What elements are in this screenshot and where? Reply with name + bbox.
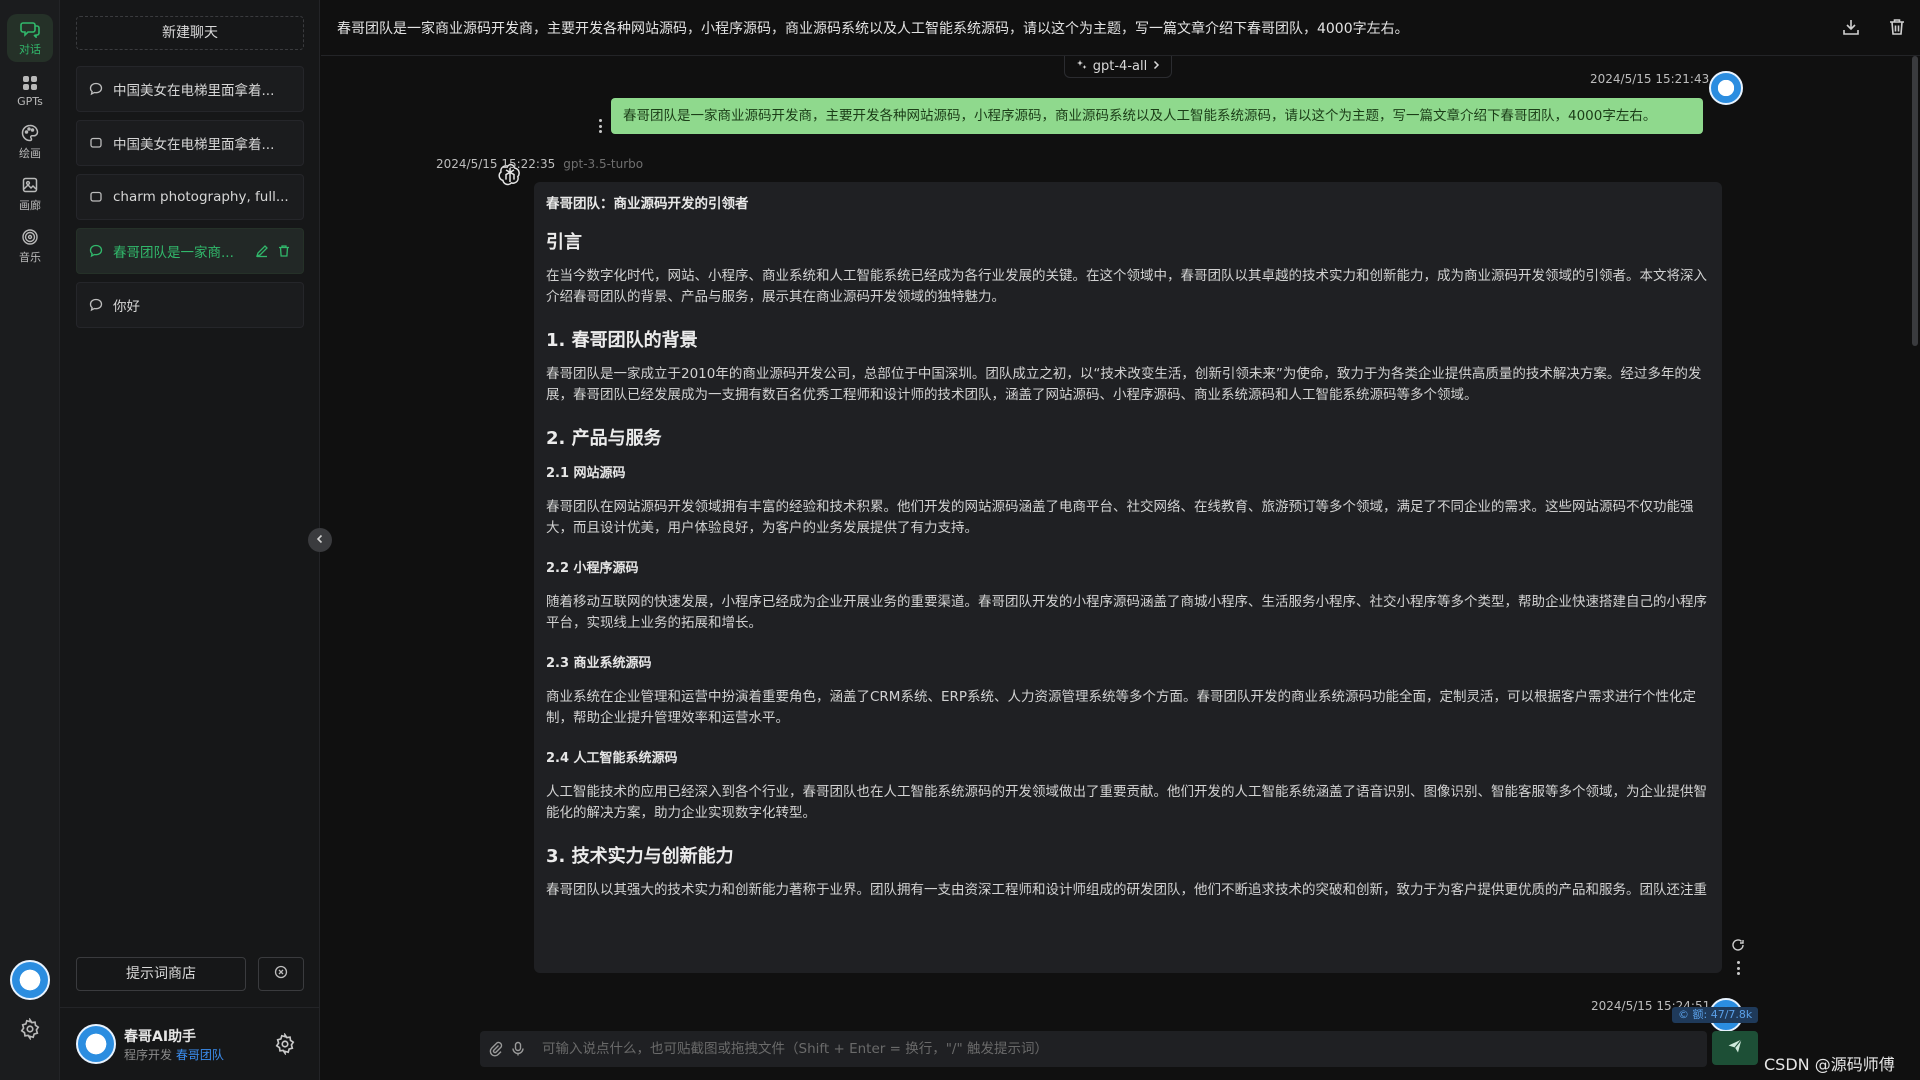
collapse-sidebar-button[interactable] [308, 528, 332, 552]
icon-rail: 对话 GPTs 绘画 画廊 音乐 [0, 0, 60, 1080]
rail-item-music[interactable]: 音乐 [7, 222, 53, 270]
subsection-heading: 2.1 网站源码 [546, 466, 626, 481]
chevron-right-icon [1152, 59, 1160, 74]
chevron-left-icon [315, 532, 325, 548]
gear-icon[interactable] [19, 1017, 41, 1041]
chat-header: 春哥团队是一家商业源码开发商，主要开发各种网站源码，小程序源码，商业源码系统以及… [321, 0, 1920, 56]
chat-main: 春哥团队是一家商业源码开发商，主要开发各种网站源码，小程序源码，商业源码系统以及… [321, 0, 1920, 1080]
rail-item-draw[interactable]: 绘画 [7, 118, 53, 166]
user-message-bubble: 春哥团队是一家商业源码开发商，主要开发各种网站源码，小程序源码，商业源码系统以及… [611, 98, 1703, 134]
app-logo-avatar[interactable] [10, 960, 50, 1000]
more-options-icon[interactable] [598, 119, 602, 133]
rail-item-chat[interactable]: 对话 [7, 14, 53, 62]
user-subtitle-link[interactable]: 春哥团队 [176, 1048, 224, 1062]
rail-item-gallery[interactable]: 画廊 [7, 170, 53, 218]
grid-apps-icon [20, 73, 40, 93]
app-root: 对话 GPTs 绘画 画廊 音乐 新建聊天 中国美女在电梯里面拿着... 中国美… [0, 0, 1920, 1080]
paragraph: 随着移动互联网的快速发展，小程序已经成为企业开展业务的重要渠道。春哥团队开发的小… [546, 594, 1707, 631]
prompt-store-button[interactable]: 提示词商店 [76, 957, 246, 991]
refresh-icon[interactable] [1731, 938, 1745, 952]
chat-list-item-label: 中国美女在电梯里面拿着... [113, 137, 275, 153]
user-subtitle-prefix: 程序开发 [124, 1048, 173, 1062]
chat-list-item[interactable]: 中国美女在电梯里面拿着... [76, 66, 304, 112]
rail-item-label: GPTs [17, 94, 43, 108]
more-options-icon[interactable] [1736, 961, 1740, 975]
chat-bubbles-icon [20, 19, 40, 39]
rail-item-label: 绘画 [19, 147, 41, 160]
send-plane-icon [1727, 1038, 1743, 1058]
palette-icon [20, 123, 40, 143]
settings-gear-icon[interactable] [274, 1032, 296, 1056]
paperclip-icon[interactable] [488, 1041, 504, 1057]
paragraph: 商业系统在企业管理和运营中扮演着重要角色，涵盖了CRM系统、ERP系统、人力资源… [546, 689, 1697, 726]
user-name: 春哥AI助手 [124, 1029, 197, 1045]
chat-list-item[interactable]: charm photography, full... [76, 174, 304, 220]
subsection-heading: 2.2 小程序源码 [546, 561, 639, 576]
user-subtitle: 程序开发 春哥团队 [124, 1046, 224, 1063]
chat-bubble-icon [89, 298, 103, 312]
chat-square-icon [89, 190, 103, 204]
section-heading: 3. 技术实力与创新能力 [546, 846, 734, 867]
article-title: 春哥团队：商业源码开发的引领者 [546, 196, 749, 212]
watermark-text: CSDN @源码师傅 [1764, 1055, 1895, 1074]
model-selector[interactable]: gpt-4-all [1064, 56, 1172, 78]
paragraph: 人工智能技术的应用已经深入到各个行业，春哥团队也在人工智能系统源码的开发领域做出… [546, 784, 1707, 821]
chat-bubble-icon [89, 244, 103, 258]
chat-sidebar: 新建聊天 中国美女在电梯里面拿着... 中国美女在电梯里面拿着... charm… [60, 0, 320, 1080]
chat-list-item-label: charm photography, full... [113, 189, 289, 205]
paragraph: 在当今数字化时代，网站、小程序、商业系统和人工智能系统已经成为各行业发展的关键。… [546, 268, 1707, 305]
avatar[interactable] [76, 1024, 116, 1064]
image-icon [20, 175, 40, 195]
rail-item-gpts[interactable]: GPTs [7, 66, 53, 114]
chat-list-item-label: 你好 [113, 299, 140, 315]
model-selector-label: gpt-4-all [1092, 59, 1148, 74]
chat-title: 春哥团队是一家商业源码开发商，主要开发各种网站源码，小程序源码，商业源码系统以及… [337, 20, 1409, 37]
chat-list-item[interactable]: 你好 [76, 282, 304, 328]
divider [60, 1007, 320, 1008]
rail-item-label: 对话 [19, 43, 41, 56]
chat-list-item-label: 中国美女在电梯里面拿着... [113, 83, 275, 99]
microphone-icon[interactable] [510, 1041, 526, 1057]
chat-list-item[interactable]: 中国美女在电梯里面拿着... [76, 120, 304, 166]
rail-item-label: 画廊 [19, 199, 41, 212]
sparkle-icon [1076, 59, 1088, 75]
assistant-meta: 2024/5/15 15:22:35 gpt-3.5-turbo [436, 157, 643, 171]
clear-chats-button[interactable] [258, 957, 304, 991]
message-timestamp: 2024/5/15 15:21:43 [1590, 72, 1710, 86]
trash-icon[interactable] [1887, 17, 1907, 37]
paragraph: 春哥团队在网站源码开发领域拥有丰富的经验和技术积累。他们开发的网站源码涵盖了电商… [546, 499, 1694, 536]
send-button[interactable] [1712, 1031, 1758, 1065]
subsection-heading: 2.4 人工智能系统源码 [546, 751, 678, 766]
subsection-heading: 2.3 商业系统源码 [546, 656, 652, 671]
close-circle-icon [274, 965, 288, 983]
new-chat-button[interactable]: 新建聊天 [76, 16, 304, 50]
rail-item-label: 音乐 [19, 251, 41, 264]
music-disc-icon [20, 227, 40, 247]
assistant-message-bubble: 春哥团队：商业源码开发的引领者 引言 在当今数字化时代，网站、小程序、商业系统和… [534, 182, 1722, 973]
message-timestamp: 2024/5/15 15:22:35 [436, 157, 556, 171]
chat-bubble-icon [89, 82, 103, 96]
trash-icon[interactable] [277, 244, 291, 258]
chat-input-bar [480, 1031, 1707, 1067]
edit-pencil-icon[interactable] [255, 244, 269, 258]
chat-input[interactable] [532, 1041, 1707, 1057]
section-heading: 1. 春哥团队的背景 [546, 330, 698, 351]
avatar [1709, 71, 1743, 105]
token-count-badge: © 额: 47/7.8k [1672, 1007, 1759, 1023]
paragraph: 春哥团队是一家成立于2010年的商业源码开发公司，总部位于中国深圳。团队成立之初… [546, 366, 1702, 403]
download-icon[interactable] [1841, 17, 1861, 37]
scrollbar-thumb[interactable] [1912, 56, 1918, 346]
section-heading: 引言 [546, 232, 582, 253]
model-tag: gpt-3.5-turbo [563, 157, 644, 171]
section-heading: 2. 产品与服务 [546, 428, 662, 449]
chat-square-icon [89, 136, 103, 150]
paragraph: 春哥团队以其强大的技术实力和创新能力著称于业界。团队拥有一支由资深工程师和设计师… [546, 882, 1707, 898]
chat-list-item-label: 春哥团队是一家商... [113, 245, 234, 261]
chat-list-item-active[interactable]: 春哥团队是一家商... [76, 228, 304, 274]
